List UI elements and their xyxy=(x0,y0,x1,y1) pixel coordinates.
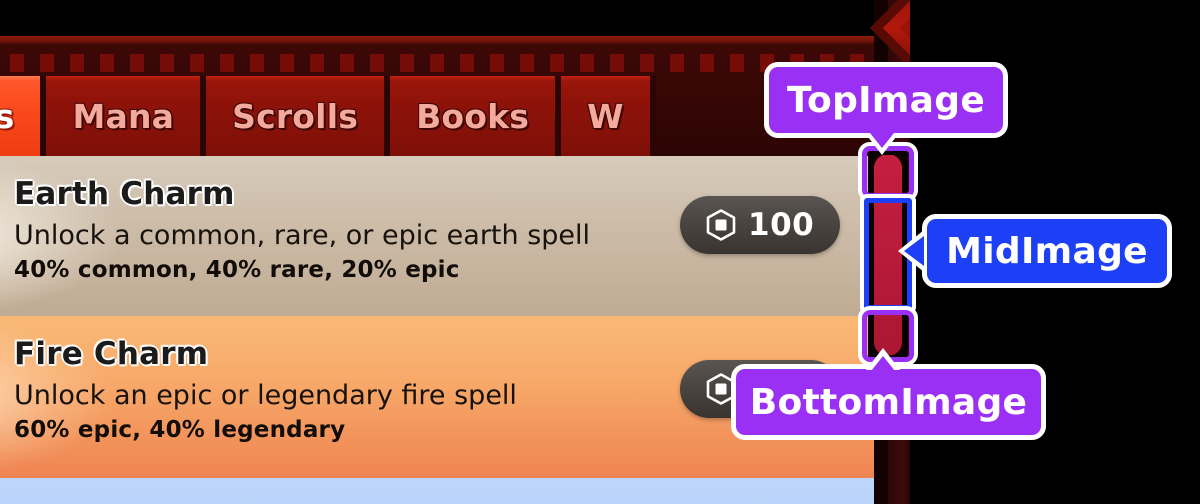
annotation-callout-topimage: TopImage xyxy=(764,62,1008,138)
shop-item-list[interactable]: Earth Charm Unlock a common, rare, or ep… xyxy=(0,156,875,504)
item-odds: 40% common, 40% rare, 20% epic xyxy=(14,257,460,283)
tab-label: Mana xyxy=(72,96,175,136)
tab-label: Scrolls xyxy=(232,96,359,136)
header-black-band xyxy=(0,0,910,36)
scrollbar-top-cap-highlight xyxy=(858,142,918,202)
tab-mana[interactable]: Mana xyxy=(46,76,207,156)
tab-gems[interactable]: ms xyxy=(0,76,47,156)
annotation-callout-bottomimage: BottomImage xyxy=(731,364,1046,440)
item-description: Unlock an epic or legendary fire spell xyxy=(14,380,517,411)
row-text-block: Earth Charm Unlock a common, rare, or ep… xyxy=(14,176,590,283)
price-value: 100 xyxy=(748,207,815,243)
item-title: Earth Charm xyxy=(14,176,235,212)
list-item[interactable]: Earth Charm Unlock a common, rare, or ep… xyxy=(0,156,875,316)
row-text-block: Fire Charm Unlock an epic or legendary f… xyxy=(14,336,517,443)
annotation-callout-midimage: MidImage xyxy=(922,214,1172,288)
annotation-label: TopImage xyxy=(786,79,986,121)
item-title: Fire Charm xyxy=(14,336,209,372)
annotation-label: MidImage xyxy=(946,230,1148,272)
list-item-partial[interactable] xyxy=(0,478,875,504)
tab-scrolls[interactable]: Scrolls xyxy=(206,76,391,156)
tab-label: W xyxy=(587,96,624,136)
item-odds: 60% epic, 40% legendary xyxy=(14,417,346,443)
tab-label: Books xyxy=(416,96,530,136)
scrollbar-bottom-cap-highlight xyxy=(858,306,918,366)
tab-label: ms xyxy=(0,97,14,136)
tab-books[interactable]: Books xyxy=(390,76,562,156)
annotation-label: BottomImage xyxy=(749,381,1028,423)
tab-wands[interactable]: W xyxy=(561,76,656,156)
header-glow xyxy=(0,36,910,44)
price-button[interactable]: 100 xyxy=(680,196,841,254)
item-description: Unlock a common, rare, or epic earth spe… xyxy=(14,220,591,251)
screenshot-root: ms Mana Scrolls Books W Earth Charm Unlo… xyxy=(0,0,1200,504)
robux-icon xyxy=(706,209,736,241)
